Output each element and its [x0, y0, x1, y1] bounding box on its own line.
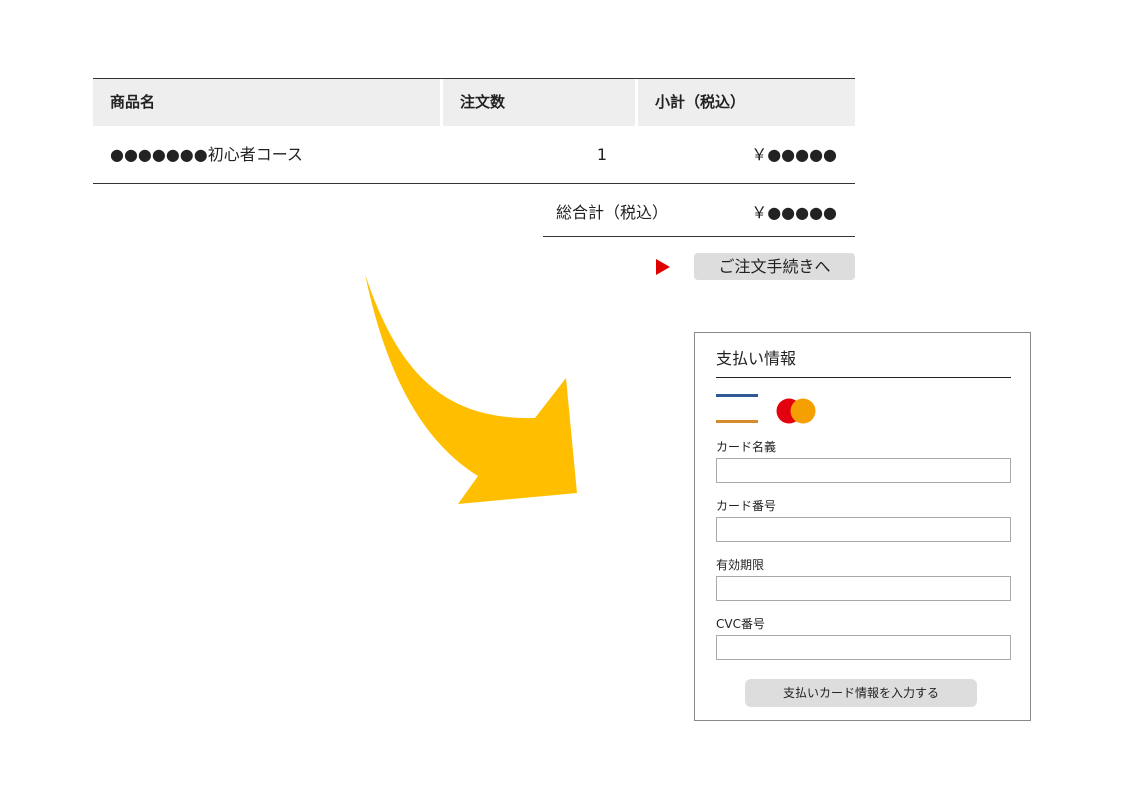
- row-product-name: ●●●●●●●初心者コース: [110, 145, 303, 164]
- payment-panel: 支払い情報 カード名義 カード番号 有効期限 CVC番号 支払いカード情報を入力…: [694, 332, 1031, 721]
- row-subtotal: ￥●●●●●: [751, 145, 837, 164]
- payment-title: 支払い情報: [716, 349, 797, 368]
- curved-arrow-icon: [365, 274, 577, 504]
- submit-card-button[interactable]: 支払いカード情報を入力する: [745, 679, 977, 707]
- header-product-name: 商品名: [93, 79, 440, 126]
- cvc-label: CVC番号: [716, 617, 765, 631]
- mastercard-icon: [776, 398, 816, 424]
- row-quantity: 1: [596, 145, 607, 164]
- cvc-input[interactable]: [716, 635, 1011, 660]
- total-divider: [543, 236, 855, 237]
- total-label: 総合計（税込）: [556, 203, 669, 222]
- payment-title-divider: [716, 377, 1011, 378]
- card-name-input[interactable]: [716, 458, 1011, 483]
- card-number-label: カード番号: [716, 499, 777, 513]
- play-arrow-icon: [656, 259, 670, 275]
- row-divider: [93, 183, 855, 184]
- total-value: ￥●●●●●: [751, 203, 837, 222]
- credit-card-icon: [716, 394, 758, 423]
- card-number-input[interactable]: [716, 517, 1011, 542]
- expiry-label: 有効期限: [716, 558, 765, 572]
- card-name-label: カード名義: [716, 440, 777, 454]
- checkout-button[interactable]: ご注文手続きへ: [694, 253, 855, 280]
- header-quantity: 注文数: [443, 79, 635, 126]
- header-subtotal: 小計（税込）: [638, 79, 855, 126]
- expiry-input[interactable]: [716, 576, 1011, 601]
